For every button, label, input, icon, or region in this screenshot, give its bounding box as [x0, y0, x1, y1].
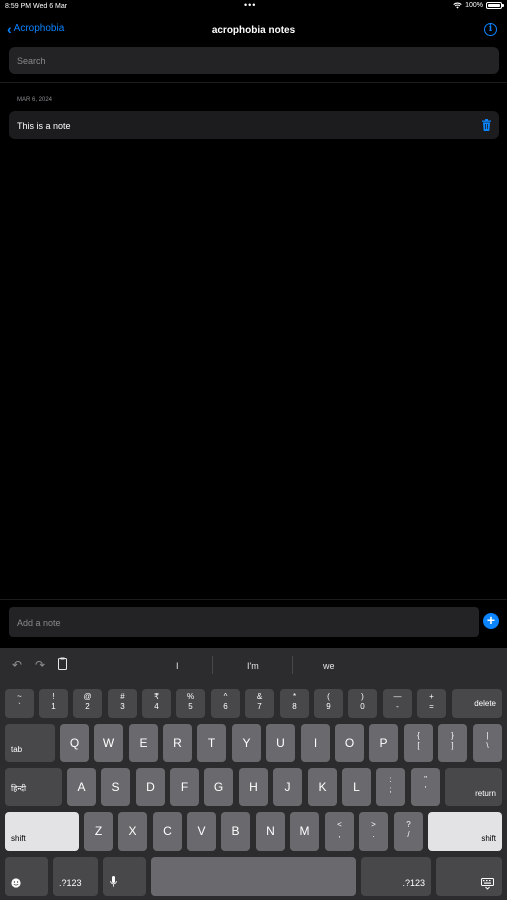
- tab-key[interactable]: tab: [5, 724, 55, 762]
- emoji-key[interactable]: [5, 857, 48, 896]
- key-d[interactable]: D: [136, 768, 165, 806]
- return-key[interactable]: return: [445, 768, 502, 806]
- key-n[interactable]: N: [256, 812, 285, 851]
- shift-key-right[interactable]: shift: [428, 812, 502, 851]
- divider: [0, 82, 507, 83]
- plus-icon: +: [486, 612, 496, 628]
- note-text: This is a note: [17, 121, 71, 131]
- key-tilde[interactable]: ~ `: [5, 689, 34, 718]
- keyboard-dismiss-icon: [481, 878, 494, 890]
- key-k[interactable]: K: [308, 768, 337, 806]
- key-0[interactable]: ) 0: [348, 689, 377, 718]
- key-h[interactable]: H: [239, 768, 268, 806]
- key-z[interactable]: Z: [84, 812, 113, 851]
- add-note-button[interactable]: +: [483, 613, 499, 629]
- key-r[interactable]: R: [163, 724, 192, 762]
- key-t[interactable]: T: [197, 724, 226, 762]
- key-p[interactable]: P: [369, 724, 398, 762]
- status-bar: 8:59 PM Wed 6 Mar ••• 100%: [0, 0, 507, 14]
- battery-icon: [486, 2, 504, 9]
- key-x[interactable]: X: [118, 812, 147, 851]
- key-w[interactable]: W: [94, 724, 123, 762]
- key-9[interactable]: (9: [314, 689, 343, 718]
- key-l[interactable]: L: [342, 768, 371, 806]
- space-key[interactable]: [151, 857, 356, 896]
- key-a[interactable]: A: [67, 768, 96, 806]
- shift-key-left[interactable]: shift: [5, 812, 79, 851]
- key-equals[interactable]: + =: [417, 689, 446, 718]
- divider: [0, 599, 507, 600]
- key-y[interactable]: Y: [232, 724, 261, 762]
- key-v[interactable]: V: [187, 812, 216, 851]
- key-1[interactable]: ! 1: [39, 689, 68, 718]
- key-e[interactable]: E: [129, 724, 158, 762]
- section-header-date: MAR 6, 2024: [17, 97, 53, 103]
- key-j[interactable]: J: [273, 768, 302, 806]
- key-period[interactable]: >.: [359, 812, 388, 851]
- key-4[interactable]: ₹4: [142, 689, 171, 718]
- microphone-icon: [110, 876, 117, 887]
- dismiss-keyboard-key[interactable]: [436, 857, 502, 896]
- key-2[interactable]: @2: [73, 689, 102, 718]
- navigation-bar: ‹ Acrophobia acrophobia notes i: [0, 18, 507, 44]
- paste-icon[interactable]: [58, 657, 67, 670]
- key-bracket-left[interactable]: {[: [404, 724, 433, 762]
- key-8[interactable]: * 8: [280, 689, 309, 718]
- suggestion-1[interactable]: I: [176, 661, 179, 671]
- keyboard-toolbar: ↶ ↷ I I'm we: [0, 648, 507, 684]
- add-note-input[interactable]: Add a note: [9, 607, 479, 637]
- key-5[interactable]: % 5: [176, 689, 205, 718]
- key-6[interactable]: ^ 6: [211, 689, 240, 718]
- suggestion-divider: [212, 656, 213, 674]
- multitasking-dots[interactable]: •••: [244, 0, 256, 10]
- language-key[interactable]: हिन्दी: [5, 768, 62, 806]
- on-screen-keyboard: ↶ ↷ I I'm we ~ ` ! 1 @2 #3 ₹4 % 5 ^ 6 & 7 * 8 …: [0, 648, 507, 900]
- key-s[interactable]: S: [101, 768, 130, 806]
- key-u[interactable]: U: [266, 724, 295, 762]
- key-m[interactable]: M: [290, 812, 319, 851]
- key-g[interactable]: G: [204, 768, 233, 806]
- key-comma[interactable]: <,: [325, 812, 354, 851]
- status-right: 100%: [453, 2, 504, 9]
- emoji-icon: [11, 878, 21, 888]
- key-quote[interactable]: " ': [411, 768, 440, 806]
- key-q[interactable]: Q: [60, 724, 89, 762]
- key-o[interactable]: O: [335, 724, 364, 762]
- wifi-icon: [453, 2, 462, 9]
- key-c[interactable]: C: [153, 812, 182, 851]
- suggestion-3[interactable]: we: [323, 661, 335, 671]
- key-minus[interactable]: — -: [383, 689, 412, 718]
- key-slash[interactable]: ? /: [394, 812, 423, 851]
- numbers-key-right[interactable]: .?123: [361, 857, 431, 896]
- note-list-item[interactable]: This is a note: [9, 111, 499, 139]
- suggestion-divider: [292, 656, 293, 674]
- key-7[interactable]: & 7: [245, 689, 274, 718]
- suggestion-2[interactable]: I'm: [247, 661, 259, 671]
- key-semicolon[interactable]: :;: [376, 768, 405, 806]
- status-time: 8:59 PM: [5, 3, 32, 10]
- undo-icon[interactable]: ↶: [12, 658, 22, 672]
- key-bracket-right[interactable]: }]: [438, 724, 467, 762]
- info-icon[interactable]: i: [484, 23, 497, 36]
- key-backslash[interactable]: | \: [473, 724, 502, 762]
- key-3[interactable]: #3: [108, 689, 137, 718]
- key-b[interactable]: B: [221, 812, 250, 851]
- redo-icon[interactable]: ↷: [35, 658, 45, 672]
- delete-key[interactable]: delete: [452, 689, 502, 718]
- key-i[interactable]: I: [301, 724, 330, 762]
- dictation-key[interactable]: [103, 857, 146, 896]
- page-title: acrophobia notes: [211, 25, 296, 36]
- battery-percent: 100%: [465, 2, 483, 9]
- key-f[interactable]: F: [170, 768, 199, 806]
- trash-icon[interactable]: [482, 119, 491, 131]
- status-date: Wed 6 Mar: [33, 3, 68, 10]
- search-field[interactable]: Search: [9, 47, 499, 74]
- numbers-key-left[interactable]: .?123: [53, 857, 98, 896]
